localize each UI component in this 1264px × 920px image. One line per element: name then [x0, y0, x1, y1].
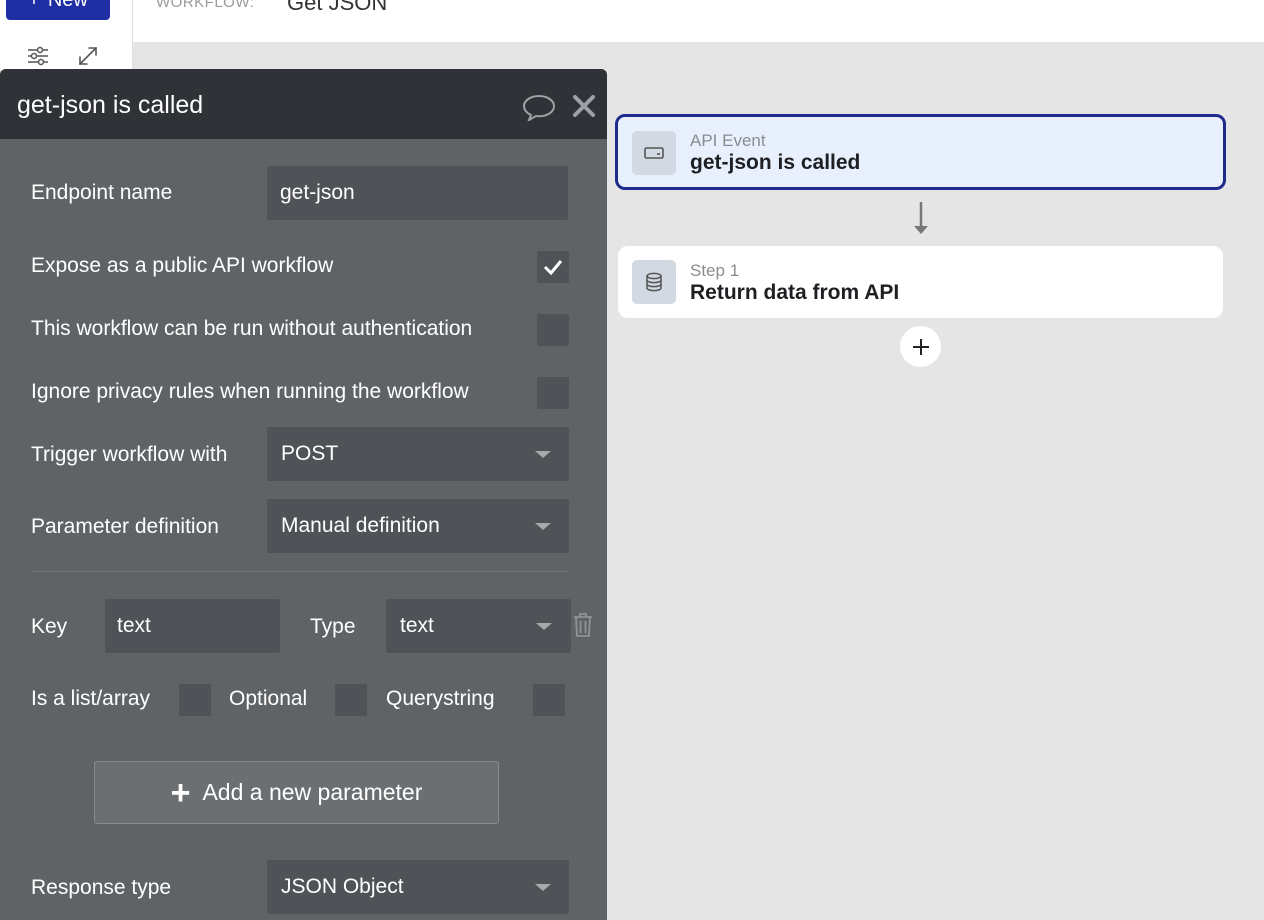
event-title: get-json is called [690, 151, 861, 174]
parameter-definition-dropdown[interactable]: Manual definition [267, 499, 569, 553]
param-key-value: text [117, 614, 151, 637]
param-type-dropdown[interactable]: text [386, 599, 571, 653]
step-card[interactable]: Step 1 Return data from API [618, 246, 1223, 318]
api-event-icon [632, 131, 676, 175]
event-kicker: API Event [690, 131, 766, 150]
ignore-privacy-label: Ignore privacy rules when running the wo… [31, 380, 469, 403]
checkmark-icon [543, 260, 563, 275]
param-type-label: Type [310, 615, 356, 638]
querystring-label: Querystring [386, 687, 495, 710]
comment-icon[interactable] [522, 93, 556, 121]
arrow-down-icon [914, 202, 928, 234]
response-type-dropdown[interactable]: JSON Object [267, 860, 569, 914]
plus-icon [912, 338, 929, 355]
parameter-definition-value: Manual definition [281, 514, 440, 537]
step-title: Return data from API [690, 281, 900, 304]
optional-label: Optional [229, 687, 308, 710]
no-auth-checkbox[interactable] [537, 314, 569, 346]
no-auth-label: This workflow can be run without authent… [31, 317, 473, 340]
is-list-label: Is a list/array [31, 687, 151, 710]
api-event-card[interactable]: API Event get-json is called [615, 114, 1226, 190]
chevron-down-icon [535, 523, 551, 530]
endpoint-name-value: get-json [280, 181, 355, 204]
chevron-down-icon [535, 884, 551, 891]
chevron-down-icon [536, 623, 552, 630]
workflow-property-panel: get-json is called Endpoint name get-jso… [0, 69, 607, 920]
querystring-checkbox[interactable] [533, 684, 565, 716]
param-key-label: Key [31, 615, 68, 638]
panel-title: get-json is called [17, 91, 204, 119]
optional-checkbox[interactable] [335, 684, 367, 716]
database-icon [632, 260, 676, 304]
close-icon[interactable] [571, 93, 597, 119]
param-type-value: text [400, 614, 434, 637]
trash-icon[interactable] [572, 612, 594, 638]
add-parameter-label: Add a new parameter [202, 779, 423, 805]
step-kicker: Step 1 [690, 261, 740, 280]
add-parameter-button[interactable]: + Add a new parameter [94, 761, 499, 824]
trigger-method-dropdown[interactable]: POST [267, 427, 569, 481]
sliders-icon[interactable] [26, 44, 50, 68]
plus-icon: + [28, 0, 40, 11]
expose-public-label: Expose as a public API workflow [31, 254, 334, 277]
trigger-method-label: Trigger workflow with [31, 443, 228, 466]
expand-icon[interactable] [76, 44, 100, 68]
response-type-value: JSON Object [281, 875, 404, 898]
chevron-down-icon [535, 451, 551, 458]
workflow-label: WORKFLOW: [156, 0, 255, 11]
left-rail: + New [0, 0, 133, 70]
new-button-label: New [47, 0, 88, 11]
plus-icon: + [170, 773, 191, 812]
panel-header: get-json is called [0, 69, 607, 139]
is-list-checkbox[interactable] [179, 684, 211, 716]
ignore-privacy-checkbox[interactable] [537, 377, 569, 409]
response-type-label: Response type [31, 876, 172, 899]
workflow-name[interactable]: Get JSON [287, 0, 387, 16]
endpoint-name-label: Endpoint name [31, 181, 173, 204]
divider [31, 571, 569, 572]
add-step-button[interactable] [900, 326, 941, 367]
trigger-method-value: POST [281, 442, 339, 465]
new-button[interactable]: + New [6, 0, 110, 20]
top-bar: + New WORKFLOW: Get JSON [0, 0, 1264, 42]
expose-public-checkbox[interactable] [537, 251, 569, 283]
endpoint-name-input[interactable]: get-json [267, 166, 568, 220]
param-key-input[interactable]: text [105, 599, 280, 653]
parameter-definition-label: Parameter definition [31, 515, 219, 538]
